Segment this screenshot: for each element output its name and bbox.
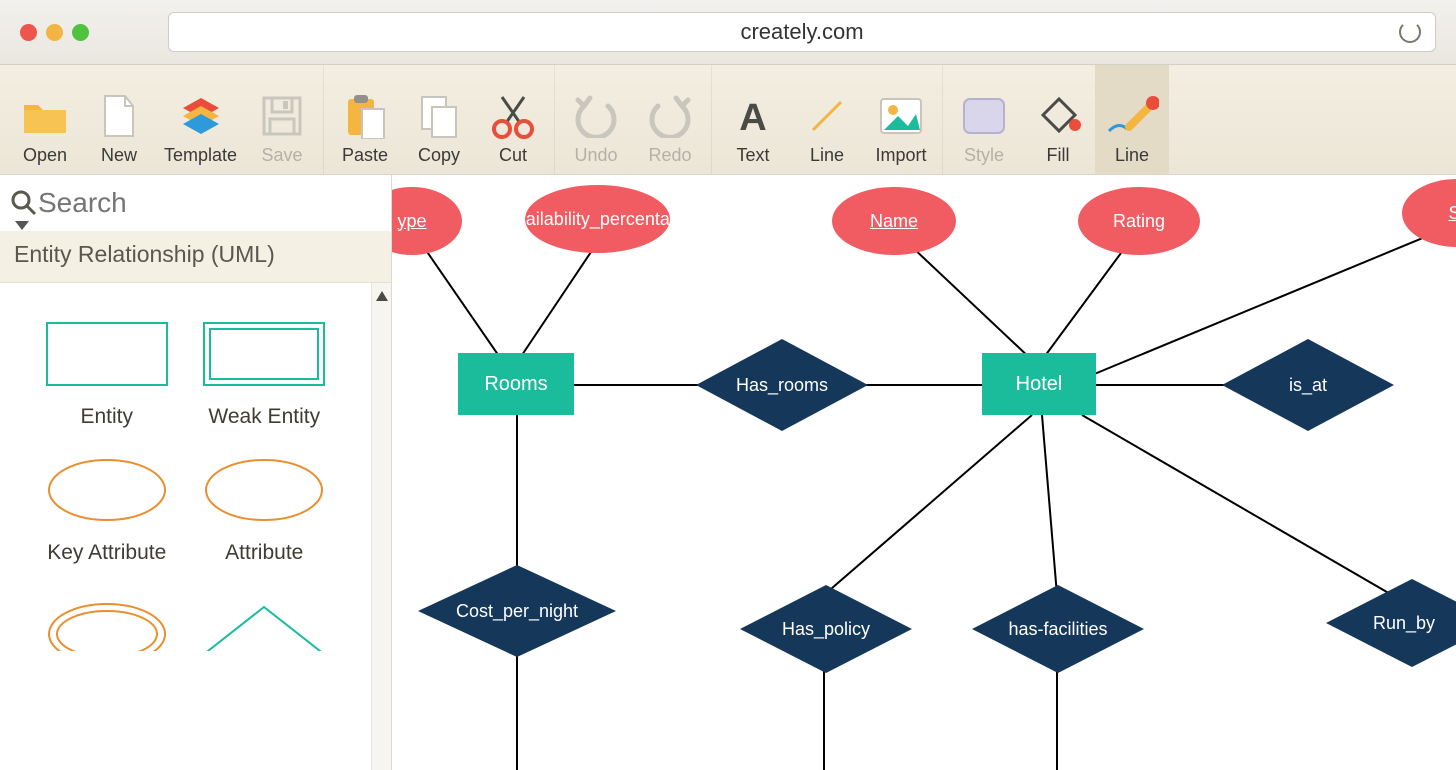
text-icon: A: [733, 96, 773, 136]
shape-panel: Entity Weak Entity Key Attribute Attribu…: [0, 283, 391, 770]
svg-text:A: A: [739, 97, 766, 136]
text-tool-button[interactable]: A Text: [716, 65, 790, 174]
line-style-button[interactable]: Line: [1095, 65, 1169, 174]
toolbar-label: Copy: [418, 145, 460, 166]
search-row: [0, 175, 391, 231]
address-url: creately.com: [740, 19, 863, 45]
shape-label: Key Attribute: [47, 541, 166, 565]
toolbar-label: Redo: [649, 145, 692, 166]
redo-button[interactable]: Redo: [633, 65, 707, 174]
import-icon: [878, 96, 924, 136]
toolbar-label: Text: [737, 145, 770, 166]
cut-icon: [490, 93, 536, 139]
toolbar-label: Undo: [575, 145, 618, 166]
toolbar: Open New Template Save Paste Copy Cut: [0, 65, 1456, 175]
save-icon: [261, 95, 303, 137]
shape-weak-entity[interactable]: Weak Entity: [186, 321, 344, 429]
undo-button[interactable]: Undo: [559, 65, 633, 174]
undo-icon: [574, 94, 618, 138]
canvas-connections: [392, 175, 1456, 770]
fill-icon: [1035, 95, 1081, 137]
window-minimize-icon[interactable]: [46, 24, 63, 41]
style-icon: [961, 96, 1007, 136]
toolbar-label: Line: [810, 145, 844, 166]
attr-name[interactable]: Name: [832, 187, 956, 255]
pencil-line-icon: [1105, 95, 1159, 137]
import-button[interactable]: Import: [864, 65, 938, 174]
svg-text:is_at: is_at: [1289, 375, 1327, 396]
dropdown-icon[interactable]: [15, 221, 29, 230]
paste-button[interactable]: Paste: [328, 65, 402, 174]
svg-text:Cost_per_night: Cost_per_night: [456, 601, 578, 622]
new-file-icon: [101, 94, 137, 138]
window-maximize-icon[interactable]: [72, 24, 89, 41]
svg-text:Has_rooms: Has_rooms: [736, 375, 828, 396]
svg-text:Has_policy: Has_policy: [782, 619, 870, 640]
scroll-up-icon[interactable]: [376, 291, 388, 301]
style-button[interactable]: Style: [947, 65, 1021, 174]
toolbar-label: Cut: [499, 145, 527, 166]
attr-rating[interactable]: Rating: [1078, 187, 1200, 255]
shape-label: Weak Entity: [208, 405, 320, 429]
diagram-canvas[interactable]: ype Availability_percentage Name Rating …: [392, 175, 1456, 770]
rel-is-at[interactable]: is_at: [1218, 335, 1398, 435]
entity-hotel[interactable]: Hotel: [982, 353, 1096, 415]
folder-icon: [22, 97, 68, 135]
svg-text:Run_by: Run_by: [1373, 613, 1435, 634]
toolbar-label: Fill: [1047, 145, 1070, 166]
shape-attribute[interactable]: Attribute: [186, 457, 344, 565]
rel-has-policy[interactable]: Has_policy: [736, 581, 916, 677]
rel-has-facilities[interactable]: has-facilities: [968, 581, 1148, 677]
shape-key-attribute[interactable]: Key Attribute: [28, 457, 186, 565]
reload-icon[interactable]: [1399, 21, 1421, 43]
shape-label: Entity: [80, 405, 133, 429]
rel-has-rooms[interactable]: Has_rooms: [692, 335, 872, 435]
window-close-icon[interactable]: [20, 24, 37, 41]
paste-icon: [344, 93, 386, 139]
line-tool-button[interactable]: Line: [790, 65, 864, 174]
address-bar[interactable]: creately.com: [168, 12, 1436, 52]
toolbar-label: New: [101, 145, 137, 166]
copy-icon: [418, 93, 460, 139]
copy-button[interactable]: Copy: [402, 65, 476, 174]
attr-availability[interactable]: Availability_percentage: [525, 185, 670, 253]
panel-title: Entity Relationship (UML): [0, 231, 391, 283]
browser-chrome: creately.com: [0, 0, 1456, 65]
redo-icon: [648, 94, 692, 138]
shape-relationship[interactable]: [186, 593, 344, 659]
shape-entity[interactable]: Entity: [28, 321, 186, 429]
template-button[interactable]: Template: [156, 65, 245, 174]
search-icon[interactable]: [10, 189, 38, 217]
rel-cost-per-night[interactable]: Cost_per_night: [414, 561, 620, 661]
toolbar-label: Template: [164, 145, 237, 166]
search-input[interactable]: [38, 187, 399, 219]
line-icon: [807, 96, 847, 136]
save-button[interactable]: Save: [245, 65, 319, 174]
new-button[interactable]: New: [82, 65, 156, 174]
workspace: Entity Relationship (UML) Entity Weak En…: [0, 175, 1456, 770]
rel-run-by[interactable]: Run_by: [1322, 575, 1456, 671]
toolbar-label: Open: [23, 145, 67, 166]
template-icon: [179, 94, 223, 138]
shape-label: Attribute: [225, 541, 303, 565]
toolbar-label: Import: [876, 145, 927, 166]
entity-rooms[interactable]: Rooms: [458, 353, 574, 415]
shape-multivalued-attribute[interactable]: [28, 593, 186, 659]
toolbar-label: Save: [262, 145, 303, 166]
fill-button[interactable]: Fill: [1021, 65, 1095, 174]
svg-text:has-facilities: has-facilities: [1008, 619, 1107, 639]
cut-button[interactable]: Cut: [476, 65, 550, 174]
toolbar-label: Line: [1115, 145, 1149, 166]
open-button[interactable]: Open: [8, 65, 82, 174]
shape-sidebar: Entity Relationship (UML) Entity Weak En…: [0, 175, 392, 770]
toolbar-label: Style: [964, 145, 1004, 166]
toolbar-label: Paste: [342, 145, 388, 166]
scrollbar[interactable]: [371, 283, 391, 770]
